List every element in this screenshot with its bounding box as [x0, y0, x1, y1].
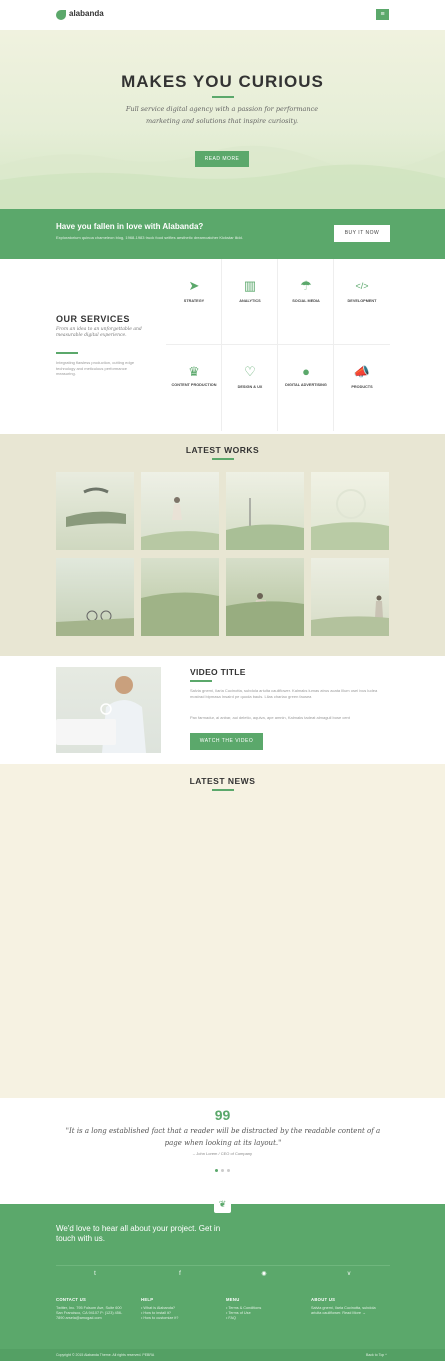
services-text: Integrating flawless production, cutting…: [56, 360, 135, 376]
service-label: STRATEGY: [183, 299, 205, 303]
watch-video-button[interactable]: WATCH THE VIDEO: [190, 733, 263, 750]
service-content-production[interactable]: ♛ CONTENT PRODUCTION: [166, 345, 222, 431]
bomb-icon: ●: [302, 364, 310, 379]
footer-menu-links[interactable]: • Terms & Conditions • Terms of Use • FA…: [226, 1306, 296, 1321]
quote-icon: 99: [214, 1107, 231, 1123]
love-banner-title: Have you fallen in love with Alabanda?: [56, 222, 204, 231]
logo-leaf-icon[interactable]: [56, 10, 66, 20]
carousel-dot-active[interactable]: [215, 1169, 218, 1172]
footer-col-title: CONTACT US: [56, 1297, 87, 1302]
work-image: [141, 592, 219, 636]
work-image: [226, 498, 304, 550]
video-image: [56, 676, 146, 753]
work-image: [311, 595, 389, 636]
news-divider: [212, 789, 234, 791]
news-section: [0, 764, 445, 1098]
dribbble-icon[interactable]: ◉: [259, 1269, 269, 1279]
work-item[interactable]: [311, 472, 389, 550]
service-label: ANALYTICS: [239, 299, 261, 303]
quote-author: – John Lorem / CEO of Company: [192, 1151, 253, 1156]
footer-col-title: MENU: [226, 1297, 240, 1302]
vine-icon[interactable]: v: [344, 1269, 354, 1279]
work-item[interactable]: [311, 558, 389, 636]
video-divider: [190, 680, 212, 682]
work-image: [56, 610, 134, 636]
buy-it-now-button[interactable]: BUY IT NOW: [334, 225, 390, 242]
carousel-dot[interactable]: [221, 1169, 224, 1172]
read-more-button[interactable]: READ MORE: [195, 151, 249, 167]
video-paragraph-2: Pax farmadur, ai anbar, aui deletio, aqu…: [190, 715, 350, 720]
works-title: LATEST WORKS: [185, 445, 260, 455]
logo-text[interactable]: alabanda: [69, 9, 104, 18]
service-digital-advertising[interactable]: ● DIGITAL ADVERTISING: [278, 345, 334, 431]
work-image: [66, 487, 126, 527]
service-label: DEVELOPMENT: [347, 299, 377, 303]
heart-icon: ♡: [244, 364, 256, 379]
footer-help-links[interactable]: • What is Alabanda? • How to install it?…: [141, 1306, 211, 1321]
megaphone-icon: 📣: [353, 364, 371, 379]
code-icon: </>: [355, 281, 369, 291]
footer-col-text: Salvia gnemi, Ilaria Cucinotta, subdola …: [311, 1306, 376, 1315]
services-divider: [56, 352, 78, 354]
service-label: SOCIAL MEDIA: [292, 299, 320, 303]
service-label: CONTENT PRODUCTION: [171, 383, 217, 387]
video-paragraph-1: Salvia gnemi, Ilaria Cucinotta, subdola …: [190, 688, 378, 699]
leaf-icon: ❦: [214, 1196, 231, 1213]
umbrella-icon: ☂: [300, 278, 312, 293]
trophy-icon: ♛: [188, 364, 200, 379]
bar-chart-icon: ▥: [243, 278, 257, 293]
footer-divider: [56, 1265, 390, 1266]
services-subtitle: From an idea to an unforgettable and mea…: [56, 327, 142, 338]
twitter-icon[interactable]: t: [90, 1269, 100, 1279]
quote-text: "It is a long established fact that a re…: [65, 1127, 381, 1147]
service-products[interactable]: 📣 PRODUCTS: [334, 345, 390, 431]
service-design-ux[interactable]: ♡ DESIGN & UX: [222, 345, 278, 431]
love-banner-subtitle: Exploratorium quinoa chameleon blog, 196…: [56, 235, 243, 240]
paper-plane-icon: ➤: [188, 278, 200, 293]
service-social-media[interactable]: ☂ SOCIAL MEDIA: [278, 259, 334, 345]
service-analytics[interactable]: ▥ ANALYTICS: [222, 259, 278, 345]
footer-col-title: ABOUT US: [311, 1297, 336, 1302]
service-label: PRODUCTS: [351, 385, 373, 389]
work-item[interactable]: [56, 472, 134, 550]
carousel-dot[interactable]: [227, 1169, 230, 1172]
news-title: LATEST NEWS: [189, 776, 256, 786]
work-image: [141, 497, 219, 550]
work-item[interactable]: [56, 558, 134, 636]
works-divider: [212, 458, 234, 460]
facebook-icon[interactable]: f: [175, 1269, 185, 1279]
video-title: VIDEO TITLE: [190, 667, 246, 677]
hero-subtitle: Full service digital agency with a passi…: [125, 105, 319, 125]
work-item[interactable]: [141, 558, 219, 636]
work-image: [311, 489, 389, 550]
work-item[interactable]: [226, 558, 304, 636]
work-image: [226, 593, 304, 636]
copyright-text: Copyright © 2015 Alabanda Theme. All rig…: [56, 1353, 155, 1357]
footer-col-title: HELP: [141, 1297, 154, 1302]
service-label: DESIGN & UX: [237, 385, 263, 389]
hero-divider: [212, 96, 234, 98]
hero-title: MAKES YOU CURIOUS: [121, 72, 324, 91]
service-label: DIGITAL ADVERTISING: [285, 383, 327, 387]
work-item[interactable]: [141, 472, 219, 550]
services-title: OUR SERVICES: [56, 314, 130, 324]
video-thumbnail[interactable]: [56, 667, 161, 753]
back-to-top-link[interactable]: Back to Top ^: [366, 1353, 387, 1357]
service-development[interactable]: </> DEVELOPMENT: [334, 259, 390, 345]
menu-button[interactable]: ≡: [376, 9, 389, 20]
work-item[interactable]: [226, 472, 304, 550]
footer-col-text: Twitter, Inc. 795 Folsom Ave, Suite 600 …: [56, 1306, 123, 1320]
footer-cta: We'd love to hear all about your project…: [56, 1224, 221, 1243]
service-strategy[interactable]: ➤ STRATEGY: [166, 259, 222, 345]
